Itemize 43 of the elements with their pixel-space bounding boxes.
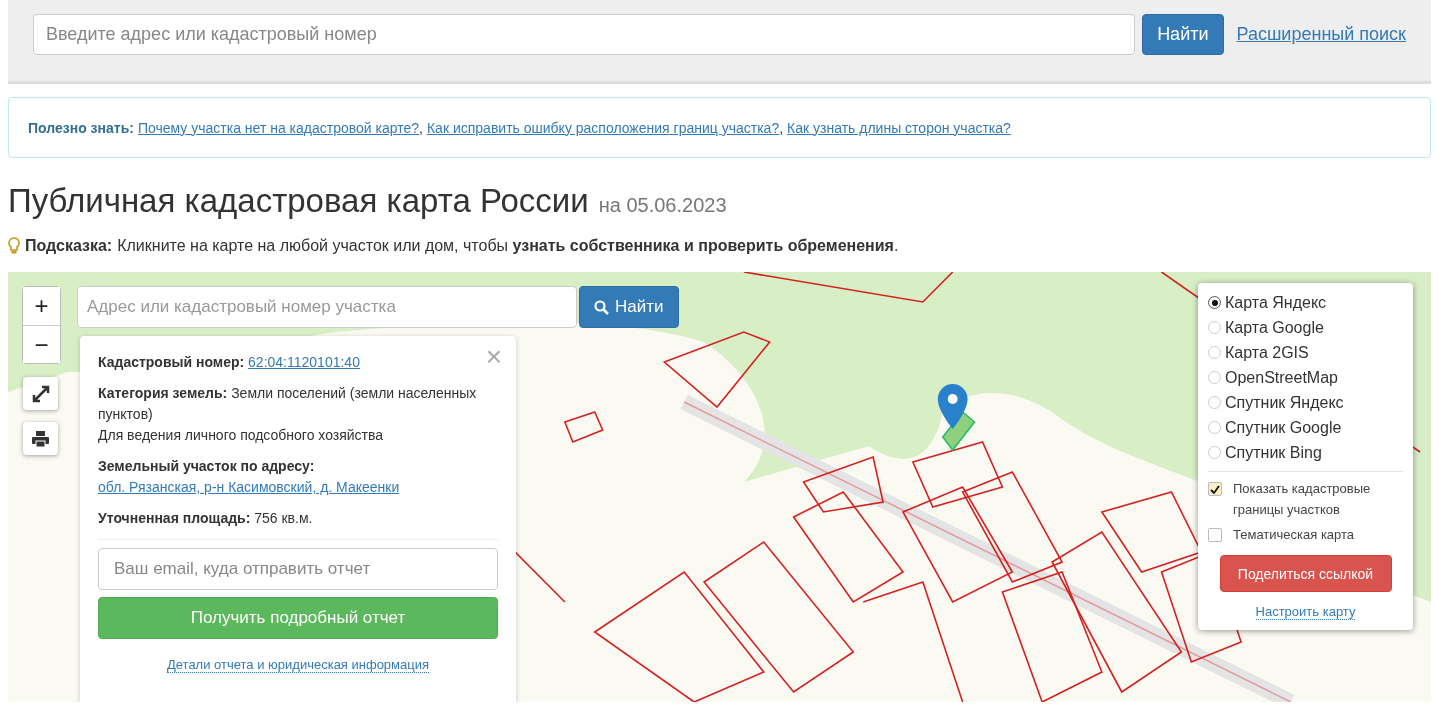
print-button[interactable] <box>23 422 58 455</box>
map-type-option[interactable]: Карта Яндекс <box>1208 290 1403 315</box>
help-link[interactable]: Почему участка нет на кадастровой карте? <box>137 119 420 136</box>
address-search-field[interactable]: Введите адрес или кадастровый номер <box>33 14 1136 55</box>
field-text: Кадастровый номер: 62:04:1120101:40 <box>98 353 360 372</box>
help-link[interactable]: Как узнать длины сторон участка? <box>787 119 1011 136</box>
map-type-option[interactable]: Спутник Яндекс <box>1208 390 1403 415</box>
map-type-option[interactable]: Карта Google <box>1208 315 1403 340</box>
field-text: Уточненная площадь: 756 кв.м. <box>98 509 313 528</box>
map-search-field[interactable]: Адрес или кадастровый номер участка <box>77 286 577 328</box>
map-type-option[interactable]: OpenStreetMap <box>1208 365 1403 390</box>
print-icon <box>32 430 49 447</box>
search-button[interactable]: Найти <box>1142 14 1224 55</box>
zoom-out-button[interactable]: − <box>23 325 60 363</box>
advanced-search-link[interactable]: Расширенный поиск <box>1236 14 1406 55</box>
lightbulb-icon <box>8 237 20 255</box>
expand-icon <box>31 384 50 403</box>
search-icon <box>594 299 609 315</box>
info-label: Полезно знать: <box>28 119 134 136</box>
field-note: Для ведения личного подсобного хозяйства <box>98 426 385 445</box>
map-type-option[interactable]: Спутник Bing <box>1208 440 1403 465</box>
date-text: на 05.06.2023 <box>598 194 727 217</box>
help-link[interactable]: Как исправить ошибку расположения границ участка? <box>426 119 780 136</box>
email-field[interactable]: Ваш email, куда отправить отчет <box>98 548 498 590</box>
field-text: Категория земель: Земли поселений (земли населенных пунктов) <box>98 384 478 424</box>
map-settings-link[interactable]: Настроить карту <box>1255 604 1356 620</box>
layer-checkbox[interactable]: Тематическая карта <box>1208 524 1403 545</box>
share-link-button[interactable]: Поделиться ссылкой <box>1219 555 1392 592</box>
parcel-link[interactable]: 62:04:1120101:40 <box>248 354 360 370</box>
map-search-button[interactable]: Найти <box>579 286 679 328</box>
layer-checkbox[interactable]: Показать кадастровые границы участков <box>1208 478 1403 520</box>
page-title: Публичная кадастровая карта России <box>8 182 589 220</box>
fullscreen-button[interactable] <box>23 377 58 410</box>
map-type-option[interactable]: Спутник Google <box>1208 415 1403 440</box>
comma: , <box>779 119 784 136</box>
details-link[interactable]: Детали отчета и юридическая информация <box>166 657 430 673</box>
hint-text: Кликните на карте на любой участок или дом, чтобы узнать собственника и проверить обременения. <box>117 237 899 255</box>
hint-label: Подсказка: <box>25 237 113 255</box>
map-type-option[interactable]: Карта 2GIS <box>1208 340 1403 365</box>
report-button[interactable]: Получить подробный отчет <box>98 597 498 639</box>
parcel-link[interactable]: обл. Рязанская, р-н Касимовский, д. Макеенки <box>98 479 400 495</box>
comma: , <box>419 119 423 136</box>
field-text: Земельный участок по адресу: обл. Рязанская, р-н Касимовский, д. Макеенки <box>98 457 401 497</box>
